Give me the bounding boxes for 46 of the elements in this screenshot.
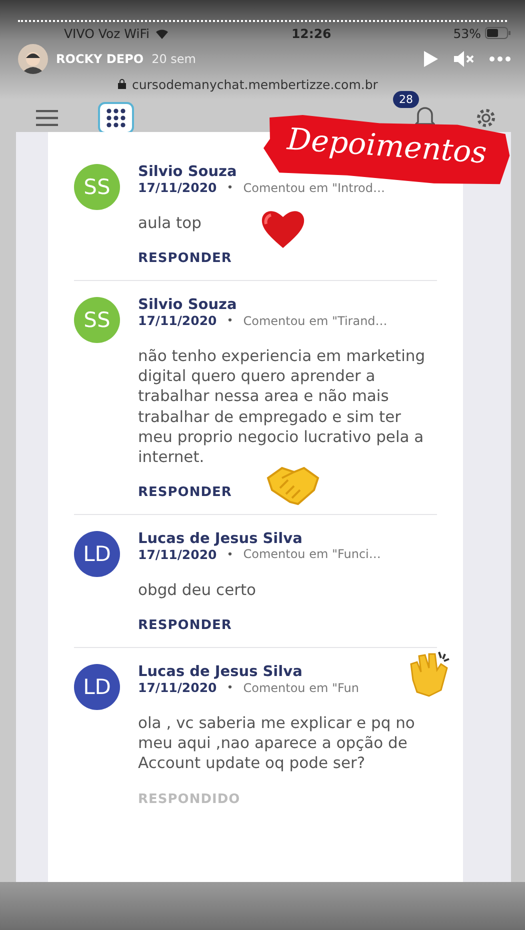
profile-avatar[interactable]	[18, 44, 48, 74]
battery-icon	[485, 27, 511, 39]
comment-text: obgd deu certo	[138, 580, 258, 600]
bell-icon[interactable]	[415, 105, 435, 127]
comment-context: Comentou em "Tirand…	[243, 314, 388, 328]
play-icon[interactable]	[423, 50, 439, 68]
notification-badge: 28	[393, 91, 419, 108]
muted-speaker-icon[interactable]	[453, 50, 475, 68]
comment-context: Comentou em "Fun	[243, 680, 359, 695]
comment-text: aula top	[138, 213, 202, 234]
lock-icon	[118, 79, 126, 89]
comment-date: 17/11/2020	[138, 546, 217, 562]
reply-button[interactable]: RESPONDER	[138, 484, 232, 500]
reply-button[interactable]: RESPONDER	[138, 618, 232, 634]
dots-grid-icon	[106, 108, 126, 128]
comment-date: 17/11/2020	[138, 180, 217, 195]
apps-button[interactable]	[98, 102, 134, 134]
story-age: 20 sem	[152, 52, 197, 66]
carrier-label: VIVO Voz WiFi	[64, 26, 150, 40]
avatar: LD	[74, 530, 120, 577]
menu-icon[interactable]	[36, 110, 58, 126]
author-name: Lucas de Jesus Silva	[138, 664, 304, 680]
comment-context: Comentou em "Funci…	[243, 547, 381, 562]
comment-text: ola , vc saberia me explicar e pq no meu aqui ,nao aparece a opção de Account update oq pode ser?	[138, 713, 416, 774]
url-text[interactable]: cursodemanychat.membertizze.com.br	[132, 76, 378, 92]
more-icon[interactable]	[489, 56, 511, 62]
author-name: Silvio Souza	[138, 297, 238, 314]
author-name: Silvio Souza	[138, 164, 238, 180]
wifi-icon	[155, 28, 170, 38]
separator-dot: •	[226, 548, 234, 561]
comment-context: Comentou em "Introd…	[243, 180, 385, 194]
avatar: SS	[74, 164, 120, 210]
comment-date: 17/11/2020	[138, 680, 217, 696]
avatar: LD	[74, 664, 120, 710]
battery-percentage: 53%	[453, 26, 481, 40]
comment-date: 17/11/2020	[138, 313, 217, 328]
separator-dot: •	[226, 181, 234, 194]
avatar: SS	[74, 297, 120, 344]
author-name: Lucas de Jesus Silva	[138, 530, 304, 547]
comment-text: não tenho experiencia em marketing digital quero quero aprender a trabalhar nessa area e não mais trabalhar de empregado e sim ter meu proprio negocio lucrativo pela a internet.	[138, 346, 426, 467]
reply-button[interactable]: RESPONDER	[138, 251, 232, 266]
clock-time: 12:26	[290, 26, 332, 40]
separator-dot: •	[226, 681, 234, 694]
settings-icon[interactable]	[475, 107, 497, 129]
clapping-hands-icon	[407, 650, 451, 698]
separator-dot: •	[226, 314, 234, 328]
